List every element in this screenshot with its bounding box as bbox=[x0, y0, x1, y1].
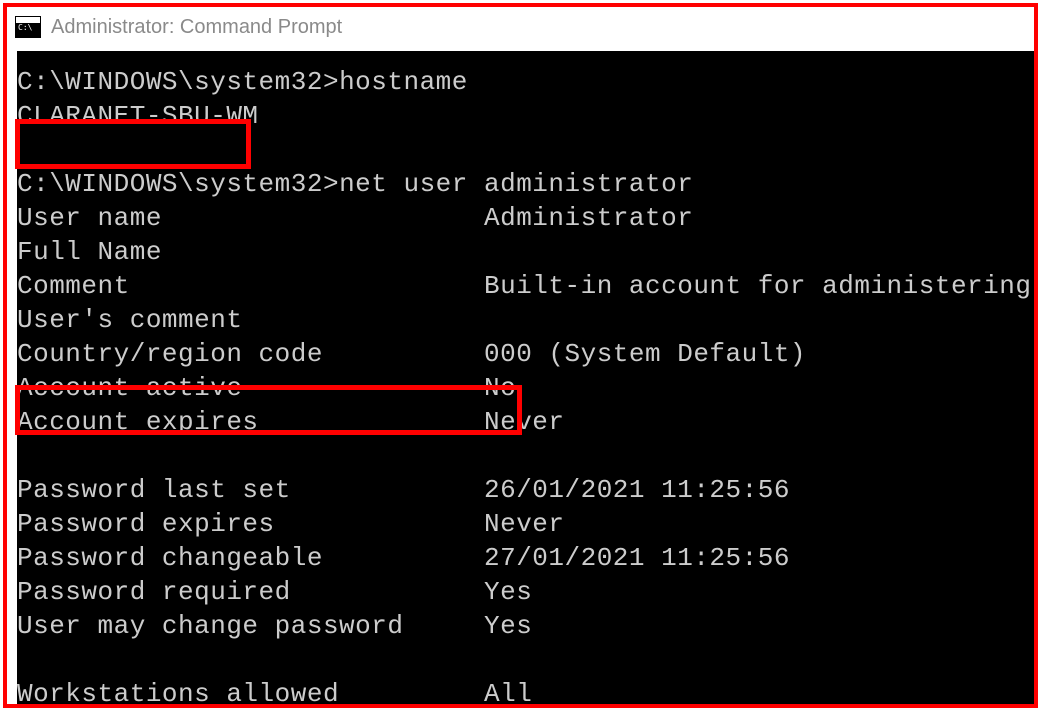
field-label: Password expires bbox=[17, 509, 275, 539]
prompt: C:\WINDOWS\system32> bbox=[17, 169, 339, 199]
field-value: Never bbox=[484, 509, 565, 539]
field-label: Password required bbox=[17, 577, 291, 607]
field-label: Account expires bbox=[17, 407, 259, 437]
field-value: 27/01/2021 11:25:56 bbox=[484, 543, 790, 573]
cmd-icon bbox=[15, 16, 41, 38]
field-value: Yes bbox=[484, 611, 532, 641]
field-label: Account active bbox=[17, 373, 242, 403]
field-value: Yes bbox=[484, 577, 532, 607]
field-label: User may change password bbox=[17, 611, 403, 641]
field-value: 26/01/2021 11:25:56 bbox=[484, 475, 790, 505]
field-value: 000 (System Default) bbox=[484, 339, 806, 369]
field-label: Password changeable bbox=[17, 543, 323, 573]
cmd-hostname: hostname bbox=[339, 67, 468, 97]
field-label: Workstations allowed bbox=[17, 679, 339, 704]
terminal-output[interactable]: C:\WINDOWS\system32>hostname CLARANET-SB… bbox=[17, 51, 1034, 704]
prompt: C:\WINDOWS\system32> bbox=[17, 67, 339, 97]
field-label: Full Name bbox=[17, 237, 162, 267]
field-label: Comment bbox=[17, 271, 130, 301]
field-label: Password last set bbox=[17, 475, 291, 505]
field-label: User's comment bbox=[17, 305, 242, 335]
titlebar: Administrator: Command Prompt bbox=[7, 7, 1034, 47]
cmd-netuser: net user administrator bbox=[339, 169, 693, 199]
cmd-window: Administrator: Command Prompt C:\WINDOWS… bbox=[3, 3, 1038, 708]
window-title: Administrator: Command Prompt bbox=[51, 16, 342, 39]
field-label: Country/region code bbox=[17, 339, 323, 369]
hostname-output: CLARANET-SBU-WM bbox=[17, 101, 259, 131]
field-value: Administrator bbox=[484, 203, 693, 233]
field-value: All bbox=[484, 679, 532, 704]
field-value: Never bbox=[484, 407, 565, 437]
field-value: Built-in account for administering bbox=[484, 271, 1032, 301]
field-value: No bbox=[484, 373, 516, 403]
field-label: User name bbox=[17, 203, 162, 233]
